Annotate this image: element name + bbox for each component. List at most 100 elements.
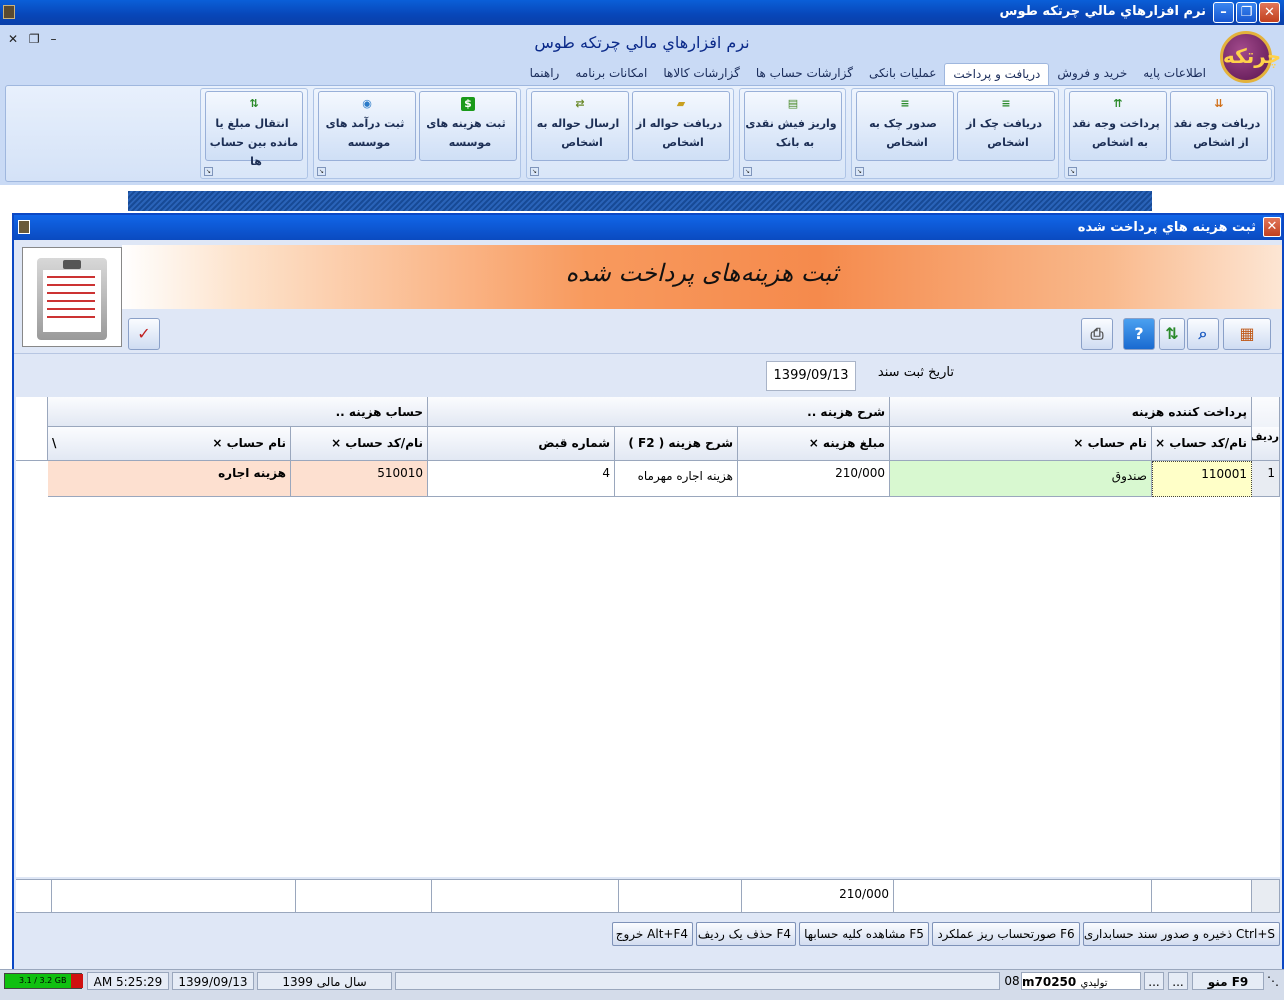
search-button[interactable]: ⌕ — [1187, 318, 1219, 350]
group-launcher-icon[interactable]: ↘ — [317, 167, 326, 176]
total-cell-7 — [1252, 880, 1280, 913]
receive-cheque-button[interactable]: ≡ دریافت چک از اشخاص — [957, 91, 1055, 161]
window-menu-icon[interactable] — [18, 220, 30, 234]
total-cell-2 — [296, 880, 432, 913]
user-suffix: تولیدي — [1080, 978, 1108, 989]
main-title-bar: نرم افزارهاي مالي چرتکه طوس – ❐ ✕ — [0, 0, 1284, 25]
expense-window-title: ثبت هزينه هاي پرداخت شده — [1077, 220, 1256, 235]
group-launcher-icon[interactable]: ↘ — [530, 167, 539, 176]
col-header-payer-code[interactable]: نام/کد حساب × — [1152, 427, 1252, 461]
payer-name-cell[interactable]: صندوق — [890, 461, 1152, 497]
status-date: 1399/09/13 — [172, 972, 254, 990]
main-window-title: نرم افزارهاي مالي چرتکه طوس — [999, 4, 1206, 19]
cash-in-icon: ⇊ — [1214, 97, 1224, 110]
user-field[interactable]: m70250 تولیدي — [1021, 972, 1141, 990]
tab-app-features[interactable]: امکانات برنامه — [567, 63, 655, 85]
spellcheck-button[interactable]: ✓ — [128, 318, 160, 350]
issue-cheque-button[interactable]: ≡ صدور چک به اشخاص — [856, 91, 954, 161]
minimize-button[interactable]: – — [1213, 2, 1234, 23]
folder-in-icon: ▰ — [676, 97, 686, 110]
col-header-expense-code[interactable]: نام/کد حساب × — [291, 427, 428, 461]
balance-transfer-icon: ⇅ — [249, 97, 259, 110]
ribbon-group-expense-income: $ ثبت هزینه های موسسه ◉ ثبت درآمد های مو… — [313, 88, 521, 179]
totals-row: 210/000 — [16, 879, 1280, 913]
group-launcher-icon[interactable]: ↘ — [204, 167, 213, 176]
memory-indicator: 3.1 / 3.2 GB — [4, 973, 83, 989]
expense-code-cell[interactable]: 510010 — [291, 461, 428, 497]
statement-button[interactable]: F6 صورتحساب ریز عملکرد — [932, 922, 1080, 946]
amount-cell[interactable]: 210/000 — [738, 461, 890, 497]
balance-transfer-button[interactable]: ⇅ انتقال مبلغ یا مانده بین حساب ها — [205, 91, 303, 168]
status-time: AM 5:25:29 — [87, 972, 169, 990]
payer-code-cell[interactable]: 110001 — [1152, 461, 1252, 497]
clipboard-image — [22, 247, 122, 347]
tab-account-reports[interactable]: گزارشات حساب ها — [748, 63, 861, 85]
user-lookup-button[interactable]: ... — [1144, 972, 1164, 990]
receipt-number-cell[interactable]: 4 — [428, 461, 615, 497]
group-header-expense-account: حساب هزینه .. — [48, 397, 428, 427]
abacus-icon[interactable] — [3, 5, 15, 19]
delete-row-button[interactable]: F4 حذف یک ردیف — [696, 922, 796, 946]
ribbon: ✕ ❐ – نرم افزارهاي مالي چرتکه طوس چرتکه … — [0, 25, 1284, 185]
col-header-description[interactable]: شرح هزینه ( F2 ) — [615, 427, 738, 461]
user-lookup-button-2[interactable]: ... — [1168, 972, 1188, 990]
ribbon-group-bank: ▤ واریز فیش نقدی به بانک ↘ — [739, 88, 846, 179]
sort-button[interactable]: ⇅ — [1159, 318, 1185, 350]
tab-bank-ops[interactable]: عملیات بانکی — [861, 63, 944, 85]
menu-button[interactable]: F9 منو — [1192, 972, 1264, 990]
ribbon-group-transfer: ▰ دریافت حواله از اشخاص ⇄ ارسال حواله به… — [526, 88, 734, 179]
group-header-description: شرح هزینه .. — [428, 397, 890, 427]
ribbon-group-cheque: ≡ دریافت چک از اشخاص ≡ صدور چک به اشخاص … — [851, 88, 1059, 179]
tab-base-info[interactable]: اطلاعات پایه — [1135, 63, 1214, 85]
ribbon-group-cash: ⇊ دریافت وجه نقد از اشخاص ⇈ پرداخت وجه ن… — [1064, 88, 1272, 179]
function-keys-bar: Ctrl+S ذخیره و صدور سند حسابداری F6 صورت… — [14, 919, 1282, 949]
exit-button[interactable]: Alt+F4 خروج — [612, 922, 693, 946]
help-icon: ? — [1134, 324, 1144, 343]
close-button[interactable]: ✕ — [1259, 2, 1280, 23]
columns-button[interactable]: ▦ — [1223, 318, 1271, 350]
ribbon-body: ⇊ دریافت وجه نقد از اشخاص ⇈ پرداخت وجه ن… — [5, 85, 1275, 182]
col-header-payer-name[interactable]: نام حساب × — [890, 427, 1152, 461]
group-launcher-icon[interactable]: ↘ — [743, 167, 752, 176]
tab-receive-pay[interactable]: دریافت و پرداخت — [944, 63, 1050, 85]
spellcheck-icon: ✓ — [137, 324, 151, 343]
register-income-button[interactable]: ◉ ثبت درآمد های موسسه — [318, 91, 416, 161]
cheque-out-icon: ≡ — [900, 97, 910, 110]
tab-buy-sell[interactable]: خرید و فروش — [1049, 63, 1135, 85]
expense-window-title-bar: ثبت هزينه هاي پرداخت شده ✕ — [14, 215, 1282, 240]
cheque-in-icon: ≡ — [1001, 97, 1011, 110]
group-launcher-icon[interactable]: ↘ — [855, 167, 864, 176]
bank-deposit-button[interactable]: ▤ واریز فیش نقدی به بانک — [744, 91, 842, 161]
row-number: 1 — [1252, 461, 1280, 497]
help-button[interactable]: ? — [1123, 318, 1155, 350]
receive-cash-button[interactable]: ⇊ دریافت وجه نقد از اشخاص — [1170, 91, 1268, 161]
header-banner: ثبت هزینه‌های پرداخت شده — [122, 245, 1282, 309]
col-header-row[interactable]: ردیف — [1252, 427, 1280, 461]
status-bar: 3.1 / 3.2 GB AM 5:25:29 1399/09/13 سال م… — [0, 969, 1284, 1000]
register-expense-button[interactable]: $ ثبت هزینه های موسسه — [419, 91, 517, 161]
receive-transfer-button[interactable]: ▰ دریافت حواله از اشخاص — [632, 91, 730, 161]
expense-window-close-button[interactable]: ✕ — [1263, 217, 1281, 237]
col-header-receipt-number[interactable]: شماره قبض — [428, 427, 615, 461]
view-accounts-button[interactable]: F5 مشاهده کلیه حسابها — [799, 922, 929, 946]
expense-grid: پرداخت کننده هزینه شرح هزینه .. حساب هزی… — [16, 397, 1280, 877]
app-logo[interactable]: چرتکه — [1220, 31, 1281, 83]
pay-cash-button[interactable]: ⇈ پرداخت وجه نقد به اشخاص — [1069, 91, 1167, 161]
total-amount: 210/000 — [742, 880, 894, 913]
tab-goods-reports[interactable]: گزارشات کالاها — [655, 63, 747, 85]
print-button[interactable]: ⎙ — [1081, 318, 1113, 350]
date-input[interactable]: 1399/09/13 — [766, 361, 856, 391]
resize-grip-icon[interactable]: ⋰ — [1266, 972, 1280, 990]
date-row: تاریخ ثبت سند 1399/09/13 — [14, 353, 1282, 395]
description-cell[interactable]: هزینه اجاره مهرماه — [615, 461, 738, 497]
group-launcher-icon[interactable]: ↘ — [1068, 167, 1077, 176]
tab-help[interactable]: راهنما — [522, 63, 568, 85]
user-code: m70250 — [1022, 975, 1077, 989]
columns-icon: ▦ — [1239, 324, 1255, 343]
save-button[interactable]: Ctrl+S ذخیره و صدور سند حسابداری — [1083, 922, 1280, 946]
restore-button[interactable]: ❐ — [1236, 2, 1257, 23]
send-transfer-button[interactable]: ⇄ ارسال حواله به اشخاص — [531, 91, 629, 161]
col-header-expense-name[interactable]: نام حساب × — [48, 427, 291, 461]
col-header-amount[interactable]: مبلغ هزینه × — [738, 427, 890, 461]
expense-name-cell[interactable]: هزینه اجاره — [48, 461, 291, 497]
